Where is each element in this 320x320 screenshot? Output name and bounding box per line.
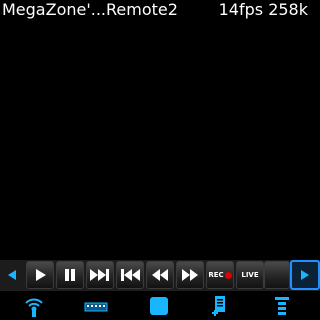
live-label: LIVE [241, 271, 259, 279]
arrow-right-icon [301, 270, 309, 280]
bitrate-readout: 258k [268, 0, 308, 19]
menu-button[interactable] [268, 293, 296, 319]
wifi-antenna-icon [25, 298, 43, 317]
fast-forward-button[interactable] [176, 261, 204, 289]
bottom-toolbar [0, 290, 320, 320]
skip-back-icon [121, 269, 140, 281]
stream-stats: 14fps 258k [219, 0, 308, 20]
record-button[interactable]: REC [206, 261, 234, 289]
scroll-right-button[interactable] [290, 260, 320, 290]
skip-forward-button[interactable] [86, 261, 114, 289]
title-bar: MegaZone'...Remote2 14fps 258k [0, 0, 320, 20]
rewind-icon [152, 269, 168, 281]
fps-readout: 14fps [218, 0, 264, 19]
fast-forward-icon [182, 269, 198, 281]
window-title: MegaZone'...Remote2 [2, 0, 178, 19]
toolbar-spacer [264, 261, 290, 289]
video-viewport[interactable] [0, 20, 320, 260]
skip-forward-icon [90, 269, 109, 281]
live-button[interactable]: LIVE [236, 261, 264, 289]
record-label: REC [208, 271, 224, 279]
list-menu-icon [275, 297, 289, 315]
keyboard-button[interactable] [82, 293, 110, 319]
record-dot-icon [224, 271, 232, 279]
rewind-button[interactable] [146, 261, 174, 289]
connection-button[interactable] [20, 293, 48, 319]
stop-square-icon [150, 297, 168, 315]
keyboard-icon [84, 302, 108, 312]
play-icon [36, 269, 46, 281]
scroll-left-button[interactable] [0, 260, 24, 290]
stop-button[interactable] [145, 293, 173, 319]
add-document-button[interactable] [206, 293, 234, 319]
pause-button[interactable] [56, 261, 84, 289]
add-document-icon [212, 296, 225, 316]
transport-toolbar: REC LIVE [0, 260, 320, 290]
play-button[interactable] [26, 261, 54, 289]
arrow-left-icon [8, 270, 16, 280]
skip-back-button[interactable] [116, 261, 144, 289]
pause-icon [65, 269, 75, 281]
